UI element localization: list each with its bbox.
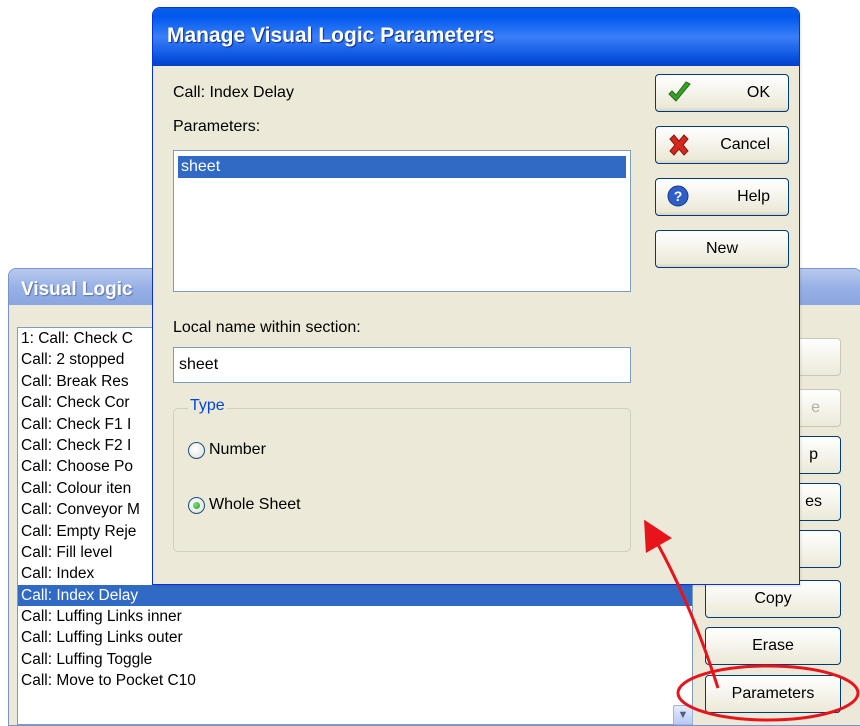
local-name-input[interactable] <box>173 347 631 383</box>
list-item[interactable]: Call: Luffing Links inner <box>18 606 692 627</box>
help-button[interactable]: ? Help <box>655 178 789 216</box>
radio-number[interactable] <box>188 441 205 459</box>
visual-logic-title: Visual Logic <box>21 279 133 300</box>
cancel-x-icon <box>669 134 689 156</box>
call-label: Call: Index Delay <box>173 84 294 101</box>
type-number-label: Number <box>209 441 266 458</box>
erase-button[interactable]: Erase <box>705 627 841 665</box>
type-whole-sheet-option[interactable]: Whole Sheet <box>188 493 301 517</box>
list-item[interactable]: Call: Luffing Toggle <box>18 649 692 670</box>
parameters-label: Parameters: <box>173 118 261 135</box>
type-whole-sheet-label: Whole Sheet <box>209 496 301 513</box>
help-icon: ? <box>667 185 689 207</box>
svg-text:?: ? <box>674 188 683 204</box>
dialog-body: Call: Index Delay Parameters: sheet Loca… <box>157 66 795 580</box>
type-group-label: Type <box>188 397 227 415</box>
dialog-title: Manage Visual Logic Parameters <box>167 24 495 47</box>
ok-button[interactable]: OK <box>655 74 789 112</box>
parameter-item[interactable]: sheet <box>178 156 626 178</box>
ok-label: OK <box>746 84 770 101</box>
manage-parameters-dialog: Manage Visual Logic Parameters Call: Ind… <box>152 7 800 585</box>
list-item[interactable]: Call: Luffing Links outer <box>18 627 692 648</box>
type-groupbox: Type Number Whole Sheet <box>173 397 631 552</box>
scroll-down-icon[interactable]: ▼ <box>673 705 693 725</box>
new-button[interactable]: New <box>655 230 789 268</box>
copy-button[interactable]: Copy <box>705 580 841 618</box>
parameters-list[interactable]: sheet <box>173 150 631 292</box>
local-name-label: Local name within section: <box>173 319 361 336</box>
list-item[interactable]: Call: Move to Pocket C10 <box>18 670 692 691</box>
checkmark-icon <box>668 81 691 102</box>
new-label: New <box>705 240 738 257</box>
procedure-list-scrollbar[interactable]: ▼ <box>673 621 693 725</box>
radio-whole-sheet[interactable] <box>188 496 205 514</box>
type-number-option[interactable]: Number <box>188 438 266 462</box>
list-item-selected[interactable]: Call: Index Delay <box>18 584 692 607</box>
parameters-button[interactable]: Parameters <box>705 675 841 713</box>
cancel-label: Cancel <box>720 136 770 153</box>
cancel-button[interactable]: Cancel <box>655 126 789 164</box>
help-label: Help <box>737 188 770 205</box>
dialog-title-bar: Manage Visual Logic Parameters <box>153 8 799 66</box>
